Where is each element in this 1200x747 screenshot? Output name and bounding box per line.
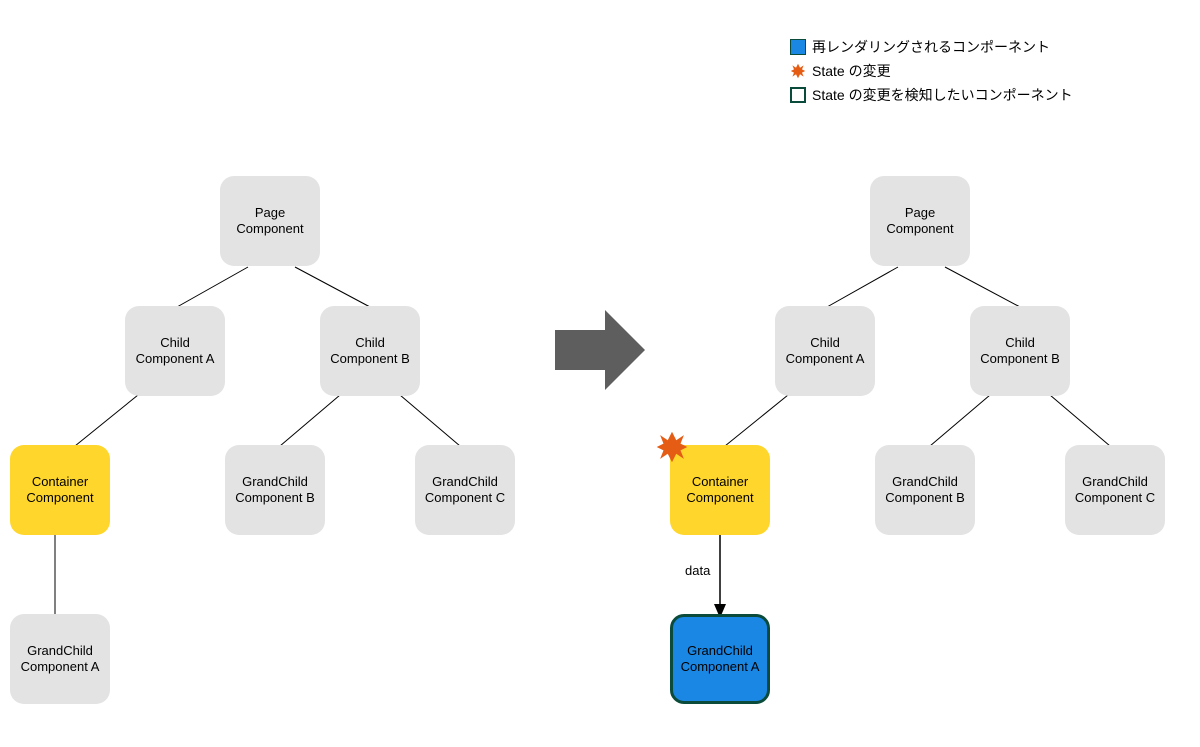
node-grandchild-c: GrandChildComponent C	[415, 445, 515, 535]
transition-arrow-icon	[555, 310, 645, 390]
node-page: PageComponent	[870, 176, 970, 266]
node-grandchild-a-rerender: GrandChildComponent A	[670, 614, 770, 704]
node-child-b: ChildComponent B	[320, 306, 420, 396]
state-change-burst-icon	[655, 430, 689, 464]
legend-label: State の変更を検知したいコンポーネント	[812, 83, 1073, 107]
node-child-b: ChildComponent B	[970, 306, 1070, 396]
node-page: PageComponent	[220, 176, 320, 266]
node-child-a: ChildComponent A	[125, 306, 225, 396]
node-grandchild-c: GrandChildComponent C	[1065, 445, 1165, 535]
legend: 再レンダリングされるコンポーネント State の変更 State の変更を検知…	[790, 35, 1073, 107]
legend-label: 再レンダリングされるコンポーネント	[812, 35, 1050, 59]
node-grandchild-b: GrandChildComponent B	[875, 445, 975, 535]
node-grandchild-a: GrandChildComponent A	[10, 614, 110, 704]
legend-item-watcher: State の変更を検知したいコンポーネント	[790, 83, 1073, 107]
legend-item-rerender: 再レンダリングされるコンポーネント	[790, 35, 1073, 59]
node-child-a: ChildComponent A	[775, 306, 875, 396]
node-grandchild-b: GrandChildComponent B	[225, 445, 325, 535]
node-container: ContainerComponent	[10, 445, 110, 535]
legend-swatch-blue-icon	[790, 39, 806, 55]
legend-label: State の変更	[812, 59, 891, 83]
legend-burst-icon	[790, 63, 806, 79]
edge-label-data: data	[685, 563, 710, 578]
legend-swatch-outline-icon	[790, 87, 806, 103]
legend-item-state-change: State の変更	[790, 59, 1073, 83]
